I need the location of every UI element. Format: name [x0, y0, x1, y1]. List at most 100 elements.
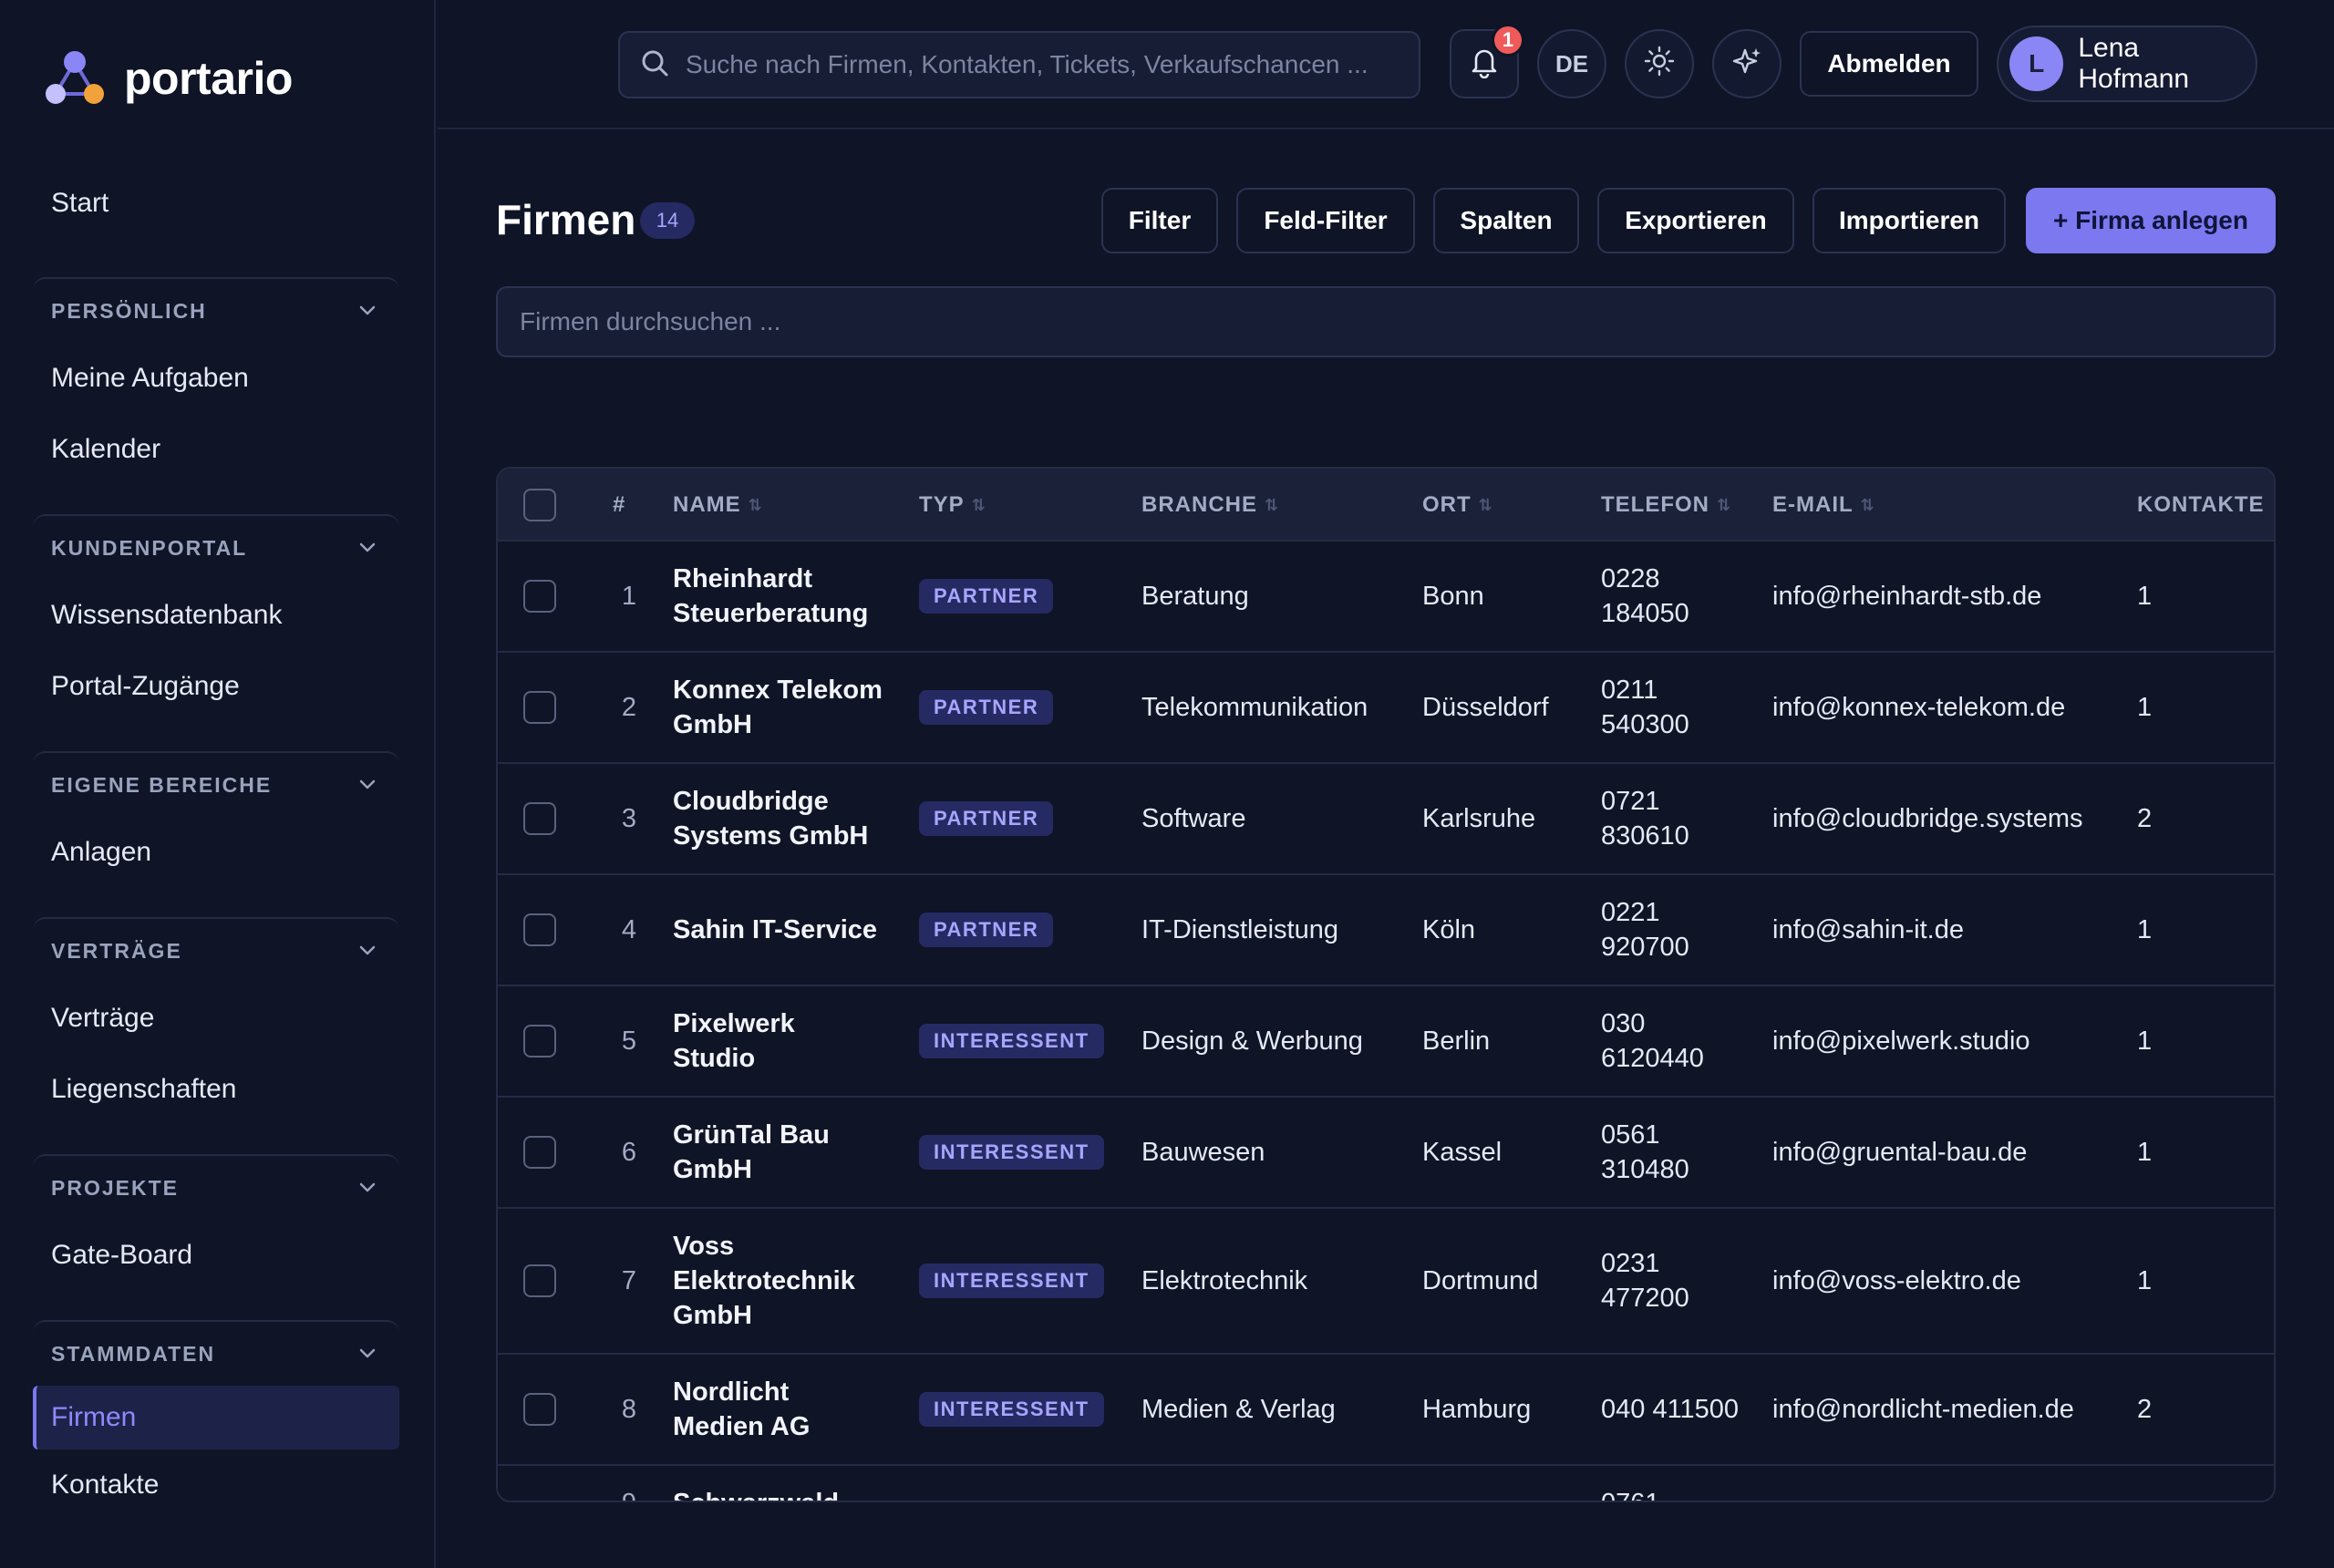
- sidebar-item-wissensdatenbank[interactable]: Wissensdatenbank: [33, 580, 399, 651]
- row-checkbox[interactable]: [523, 802, 556, 835]
- sidebar-item-firmen[interactable]: Firmen: [33, 1386, 399, 1449]
- cell-num-text: 5: [621, 1026, 636, 1056]
- sidebar-item-gate-board[interactable]: Gate-Board: [33, 1220, 399, 1291]
- group-header-stammdaten[interactable]: STAMMDATEN: [33, 1322, 399, 1386]
- cell-city: Kassel: [1422, 1098, 1586, 1207]
- sparkle-icon: [1730, 45, 1763, 84]
- sidebar-item-anlagen[interactable]: Anlagen: [33, 817, 399, 888]
- row-checkbox[interactable]: [523, 1393, 556, 1426]
- global-search[interactable]: [618, 31, 1420, 98]
- columns-button[interactable]: Spalten: [1433, 188, 1579, 253]
- group-header-persoenlich[interactable]: PERSÖNLICH: [33, 279, 399, 343]
- cell-city: Dortmund: [1422, 1209, 1586, 1353]
- field-filter-button[interactable]: Feld-Filter: [1236, 188, 1415, 253]
- user-menu[interactable]: L Lena Hofmann: [1997, 26, 2257, 102]
- cell-name-text: Konnex Telekom GmbH: [673, 676, 883, 739]
- table-row[interactable]: 2 Konnex Telekom GmbH PARTNER Telekommunika…: [498, 653, 2274, 764]
- import-button[interactable]: Importieren: [1812, 188, 2006, 253]
- sidebar-item-liegenschaften[interactable]: Liegenschaften: [33, 1054, 399, 1125]
- cell-email: [1772, 1466, 2119, 1501]
- global-search-input[interactable]: [686, 50, 1415, 79]
- table-row[interactable]: 6 GrünTal Bau GmbH INTERESSENT Bauwesen Kass…: [498, 1098, 2274, 1209]
- cell-email-text: info@rheinhardt-stb.de: [1772, 582, 2042, 611]
- row-checkbox[interactable]: [523, 691, 556, 724]
- sort-icon: ⇅: [1717, 495, 1732, 514]
- filter-button[interactable]: Filter: [1101, 188, 1218, 253]
- group-header-eigene-bereiche[interactable]: EIGENE BEREICHE: [33, 753, 399, 817]
- table-row[interactable]: 4 Sahin IT-Service PARTNER IT-Dienstleistun…: [498, 875, 2274, 986]
- cell-city: Düsseldorf: [1422, 653, 1586, 762]
- cell-phone: 0561 310480: [1601, 1098, 1747, 1207]
- group-header-kundenportal[interactable]: KUNDENPORTAL: [33, 516, 399, 580]
- table-row[interactable]: 1 Rheinhardt Steuerberatung PARTNER Beratun…: [498, 542, 2274, 653]
- cell-industry-text: Telekommunikation: [1141, 693, 1368, 722]
- column-header-phone[interactable]: TELEFON ⇅: [1601, 469, 1731, 542]
- cell-contacts: 2: [2137, 1355, 2210, 1464]
- cell-num: 4: [607, 875, 636, 985]
- cell-industry: Medien & Verlag: [1141, 1355, 1406, 1464]
- table-row[interactable]: 5 Pixelwerk Studio INTERESSENT Design & Wer…: [498, 986, 2274, 1098]
- table-row[interactable]: 8 Nordlicht Medien AG INTERESSENT Medien & …: [498, 1355, 2274, 1466]
- language-switch-button[interactable]: DE: [1537, 29, 1606, 98]
- table-row[interactable]: 7 Voss Elektrotechnik GmbH INTERESSENT Elek…: [498, 1209, 2274, 1355]
- row-checkbox[interactable]: [523, 580, 556, 613]
- cell-name-text: Nordlicht Medien AG: [673, 1377, 811, 1441]
- column-header-email[interactable]: E-MAIL ⇅: [1772, 469, 1875, 542]
- group-header-projekte[interactable]: PROJEKTE: [33, 1156, 399, 1220]
- cell-email: info@rheinhardt-stb.de: [1772, 542, 2119, 651]
- table-row[interactable]: 9 Schwarzwald 0761: [498, 1466, 2274, 1501]
- sidebar-item-portal-zugaenge[interactable]: Portal-Zugänge: [33, 651, 399, 722]
- nav-group-projekte: PROJEKTE Gate-Board: [33, 1154, 399, 1291]
- logout-button[interactable]: Abmelden: [1800, 31, 1978, 97]
- group-label: PROJEKTE: [51, 1175, 179, 1200]
- nav-group-vertraege: VERTRÄGE Verträge Liegenschaften: [33, 917, 399, 1125]
- cell-industry-text: Elektrotechnik: [1141, 1266, 1308, 1295]
- column-header-city[interactable]: ORT ⇅: [1422, 469, 1493, 542]
- group-label: STAMMDATEN: [51, 1341, 216, 1366]
- cell-type: INTERESSENT: [919, 1098, 1120, 1207]
- column-header-industry[interactable]: BRANCHE ⇅: [1141, 469, 1279, 542]
- cell-email-text: info@voss-elektro.de: [1772, 1266, 2021, 1295]
- sidebar-item-start[interactable]: Start: [51, 188, 108, 219]
- type-badge: PARTNER: [919, 690, 1054, 725]
- table-row[interactable]: 3 Cloudbridge Systems GmbH PARTNER Software…: [498, 764, 2274, 875]
- chevron-down-icon: [356, 536, 379, 560]
- cell-phone-text: 0221 920700: [1601, 898, 1689, 962]
- cell-type: PARTNER: [919, 653, 1120, 762]
- select-all-checkbox[interactable]: [523, 489, 556, 521]
- sidebar-item-kontakte[interactable]: Kontakte: [33, 1449, 399, 1521]
- cell-phone-text: 0761: [1601, 1486, 1660, 1501]
- cell-name-text: GrünTal Bau GmbH: [673, 1120, 830, 1184]
- sidebar-item-vertraege[interactable]: Verträge: [33, 983, 399, 1054]
- row-checkbox[interactable]: [523, 913, 556, 946]
- cell-phone: 040 411500: [1601, 1355, 1747, 1464]
- column-header-name[interactable]: NAME ⇅: [673, 469, 763, 542]
- cell-city-text: Berlin: [1422, 1026, 1491, 1056]
- sidebar-item-meine-aufgaben[interactable]: Meine Aufgaben: [33, 343, 399, 414]
- group-header-vertraege[interactable]: VERTRÄGE: [33, 919, 399, 983]
- export-button[interactable]: Exportieren: [1597, 188, 1794, 253]
- cell-num-text: 1: [621, 582, 636, 611]
- cell-num-text: 6: [621, 1138, 636, 1167]
- column-label: KONTAKTE: [2137, 492, 2265, 517]
- company-search-input[interactable]: [496, 286, 2276, 357]
- group-label: KUNDENPORTAL: [51, 535, 248, 560]
- cell-city-text: Dortmund: [1422, 1266, 1539, 1295]
- logo[interactable]: portario: [44, 47, 293, 109]
- cell-phone-text: 0721 830610: [1601, 787, 1689, 851]
- cell-contacts: 1: [2137, 653, 2210, 762]
- row-checkbox[interactable]: [523, 1025, 556, 1057]
- row-checkbox[interactable]: [523, 1136, 556, 1169]
- sort-icon: ⇅: [748, 495, 763, 514]
- ai-assistant-button[interactable]: [1712, 29, 1781, 98]
- column-header-contacts[interactable]: KONTAKTE: [2137, 469, 2265, 542]
- theme-toggle-button[interactable]: [1625, 29, 1694, 98]
- create-company-button[interactable]: + Firma anlegen: [2026, 188, 2276, 253]
- column-header-type[interactable]: TYP ⇅: [919, 469, 986, 542]
- chevron-down-icon: [356, 939, 379, 963]
- cell-num: 5: [607, 986, 636, 1096]
- row-checkbox[interactable]: [523, 1264, 556, 1297]
- cell-num-text: 9: [622, 1486, 636, 1501]
- notifications-button[interactable]: 1: [1450, 24, 1524, 98]
- sidebar-item-kalender[interactable]: Kalender: [33, 414, 399, 485]
